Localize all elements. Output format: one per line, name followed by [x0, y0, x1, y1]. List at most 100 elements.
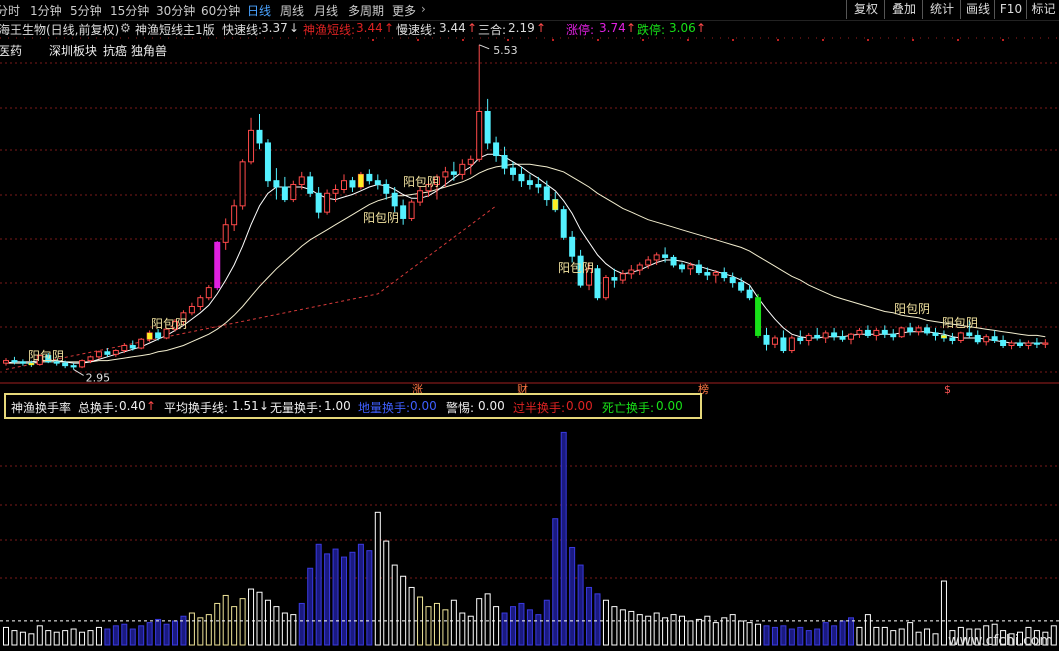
turnover-bar: [729, 614, 736, 646]
no-volume-label: 无量换手:: [270, 401, 323, 415]
candle-body: [890, 333, 897, 338]
candle-body: [450, 171, 457, 175]
turnover-bar: [53, 631, 60, 646]
candle-body: [619, 273, 626, 281]
signal-dot: [507, 39, 509, 41]
candle-body: [662, 254, 669, 258]
candle-body: [467, 158, 474, 165]
candle-body: [645, 259, 652, 266]
candle-body: [704, 272, 711, 276]
up-arrow-icon: ↑: [146, 399, 157, 413]
signal-dot: [687, 39, 689, 41]
total-turnover-label: 总换手:: [78, 401, 119, 415]
signal-dot: [552, 39, 554, 41]
death-turnover-value: 0.00: [656, 399, 683, 413]
turnover-bar: [36, 625, 43, 646]
turnover-bar: [163, 623, 170, 646]
candle-body: [188, 306, 195, 314]
turnover-bar: [653, 612, 660, 646]
turnover-bar: [391, 564, 398, 646]
turnover-bar: [256, 591, 263, 646]
candle-body: [780, 337, 787, 352]
candle-body: [87, 356, 94, 362]
candle-body: [273, 180, 280, 188]
kline-chart[interactable]: 阳包阴阳包阴阳包阴阳包阴阳包阴阳包阴阳包阴5.532.95涨财榜 $: [0, 0, 1059, 651]
candle-body: [687, 264, 694, 270]
signal-dot: [957, 39, 959, 41]
turnover-bar: [780, 625, 787, 646]
candle-body: [932, 332, 939, 336]
pattern-label: 阳包阴: [894, 302, 930, 316]
turnover-bar: [231, 606, 238, 646]
turnover-bar: [442, 609, 449, 646]
candle-body: [95, 351, 102, 358]
signal-dot: [1002, 39, 1004, 41]
candle-body: [957, 332, 964, 341]
candle-body: [290, 183, 297, 201]
turnover-bar: [746, 622, 753, 646]
event-mark: $: [944, 383, 951, 396]
candle-body: [349, 180, 356, 188]
candle-body: [907, 327, 914, 333]
candle-body: [518, 173, 525, 182]
turnover-bar: [552, 518, 559, 646]
candle-body: [476, 110, 483, 160]
signal-dot: [597, 39, 599, 41]
death-turnover-label: 死亡换手:: [602, 401, 655, 415]
turnover-bar: [19, 631, 26, 646]
candle-body: [729, 277, 736, 284]
turnover-bars: [3, 431, 1057, 646]
warn-label: 警惕:: [446, 401, 475, 415]
candle-body: [1017, 342, 1023, 347]
candle-body: [560, 209, 567, 238]
candle-body: [281, 186, 288, 201]
turnover-bar: [839, 620, 846, 646]
turnover-bar: [822, 622, 829, 646]
turnover-bar: [881, 626, 888, 646]
over-half-label: 过半换手:: [513, 401, 566, 415]
turnover-bar: [864, 614, 871, 646]
turnover-bar: [662, 617, 669, 646]
signal-dot: [822, 39, 824, 41]
turnover-bar: [907, 622, 914, 646]
turnover-bar: [425, 606, 432, 646]
turnover-bar: [298, 602, 305, 646]
trend-dashed-line: [5, 205, 497, 370]
turnover-bar: [95, 626, 102, 646]
turnover-bar: [873, 626, 880, 646]
turnover-bar: [374, 511, 381, 646]
turnover-bar: [611, 606, 618, 646]
turnover-bar: [222, 594, 229, 646]
candle-body: [104, 351, 111, 355]
turnover-bar: [70, 628, 77, 646]
turnover-bar: [188, 612, 195, 646]
turnover-bar: [11, 630, 18, 646]
candle-body: [746, 289, 753, 299]
candle-body: [383, 183, 390, 194]
candle-body: [324, 192, 331, 213]
turnover-bar: [712, 622, 719, 646]
signal-dot: [867, 39, 869, 41]
turnover-bar: [932, 633, 939, 646]
turnover-bar: [695, 618, 702, 646]
pattern-label: 阳包阴: [942, 316, 978, 330]
turnover-bar: [264, 599, 271, 646]
fast-ma-line: [5, 153, 1046, 364]
candle-body: [264, 142, 271, 182]
candle-body: [712, 272, 719, 276]
candle-body: [814, 334, 821, 339]
candle-body: [924, 327, 931, 334]
candle-body: [121, 345, 128, 352]
turnover-bar: [3, 626, 9, 646]
turnover-bar: [763, 625, 770, 646]
pattern-label: 阳包阴: [28, 349, 64, 363]
candle-body: [864, 329, 871, 336]
signal-dot: [912, 39, 914, 41]
candle-body: [974, 334, 981, 343]
candle-body: [594, 268, 601, 299]
candle-body: [374, 180, 381, 185]
turnover-indicator-name[interactable]: 神渔换手率: [11, 399, 71, 416]
candle-body: [602, 277, 609, 299]
pattern-label: 阳包阴: [403, 175, 439, 189]
candle-body: [856, 329, 863, 335]
